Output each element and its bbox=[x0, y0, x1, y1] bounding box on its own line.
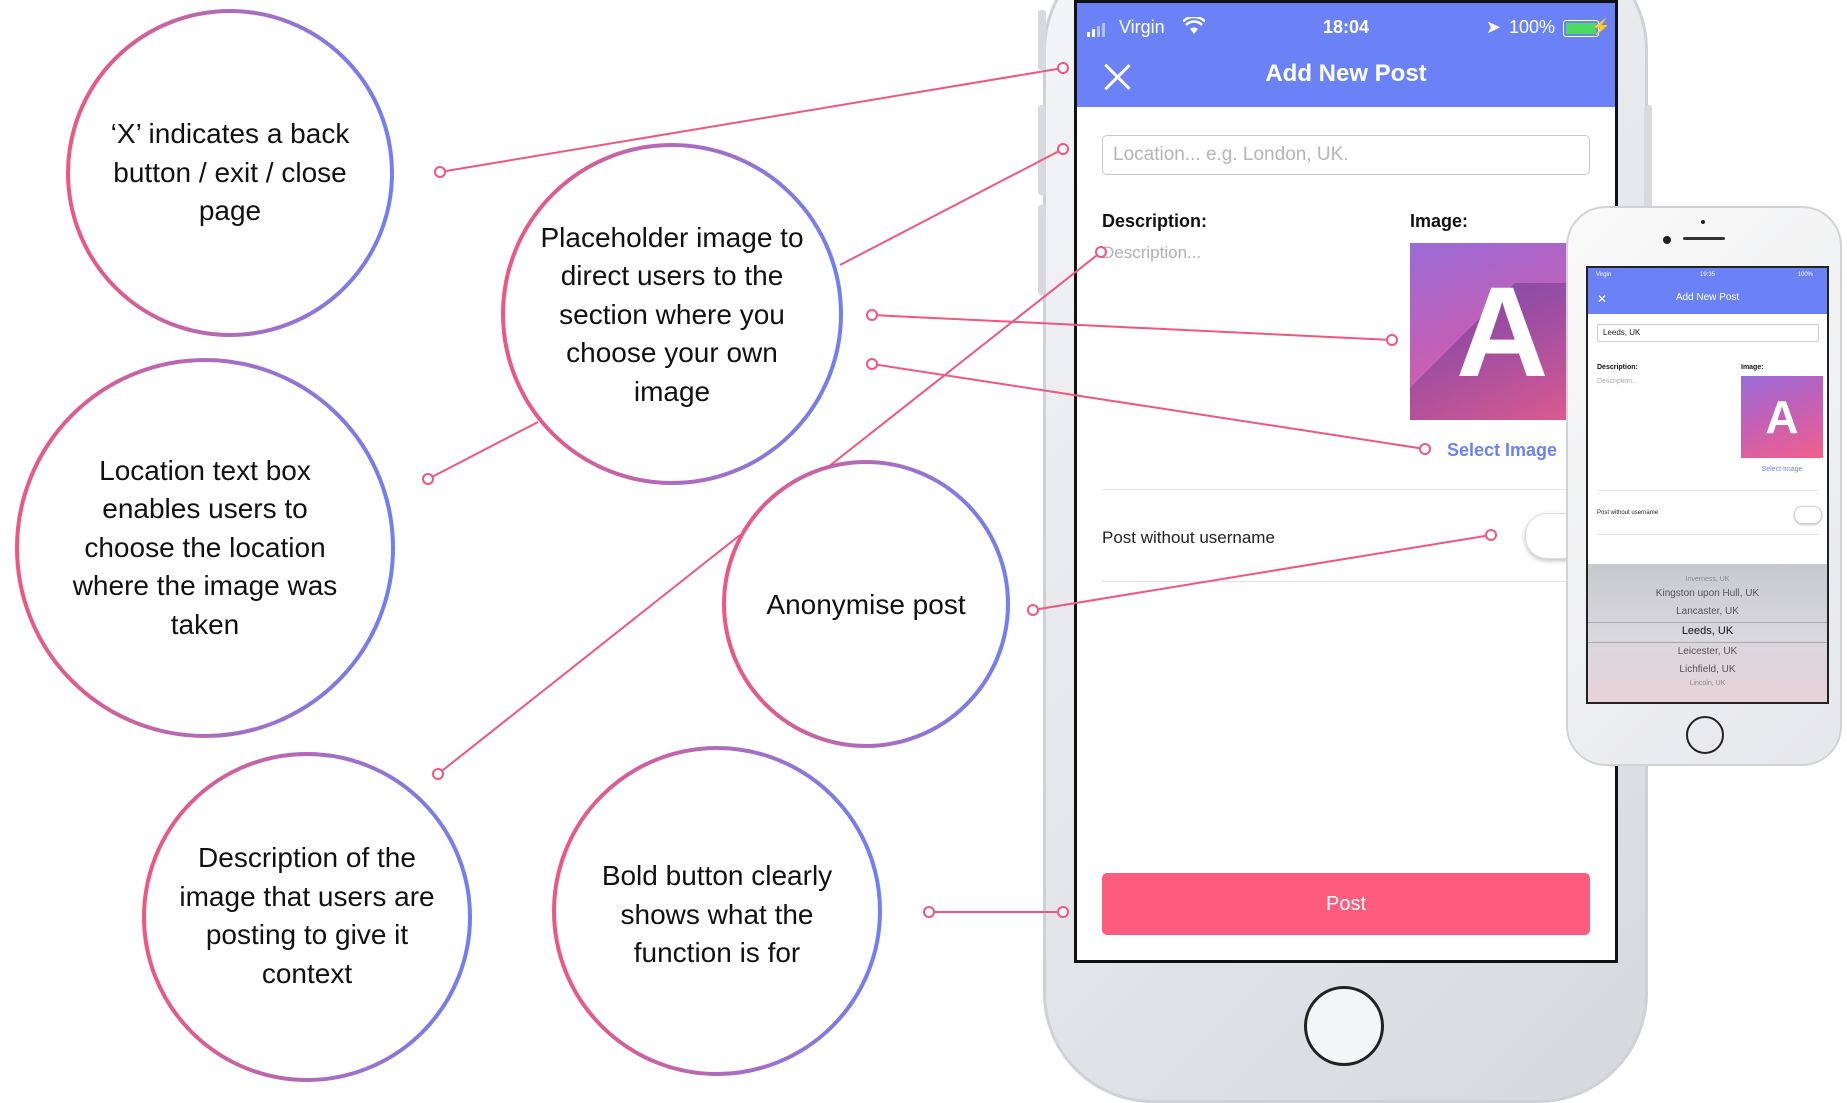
connector-line bbox=[439, 67, 1064, 173]
callout-placeholder: Placeholder image to direct users to the… bbox=[540, 221, 804, 407]
connector-dot bbox=[1057, 906, 1069, 918]
connector-line bbox=[1032, 534, 1492, 611]
connector-dot bbox=[1057, 62, 1069, 74]
connector-dot bbox=[1027, 604, 1039, 616]
connector-dot bbox=[866, 309, 878, 321]
connector-dot bbox=[432, 768, 444, 780]
callout-post: Bold button clearly shows what the funct… bbox=[601, 860, 833, 969]
connector-line bbox=[871, 363, 1426, 450]
connector-line bbox=[839, 148, 1064, 266]
callout-location: Location text box enables users to choos… bbox=[72, 454, 338, 640]
connector-dot bbox=[1095, 246, 1107, 258]
connector-line bbox=[871, 314, 1393, 341]
connector-dot bbox=[866, 358, 878, 370]
connector-dot bbox=[1386, 334, 1398, 346]
connector-dot bbox=[1057, 143, 1069, 155]
connector-line bbox=[427, 421, 539, 480]
connector-dot bbox=[923, 906, 935, 918]
connector-dot bbox=[434, 166, 446, 178]
connector-line bbox=[437, 534, 741, 775]
connector-dot bbox=[1419, 443, 1431, 455]
callout-back: ‘X’ indicates a back button / exit / clo… bbox=[110, 118, 350, 227]
connector-dot bbox=[1485, 529, 1497, 541]
callout-description: Description of the image that users are … bbox=[179, 842, 435, 989]
connector-dot bbox=[422, 473, 434, 485]
callout-anonymise: Anonymise post bbox=[766, 588, 966, 620]
